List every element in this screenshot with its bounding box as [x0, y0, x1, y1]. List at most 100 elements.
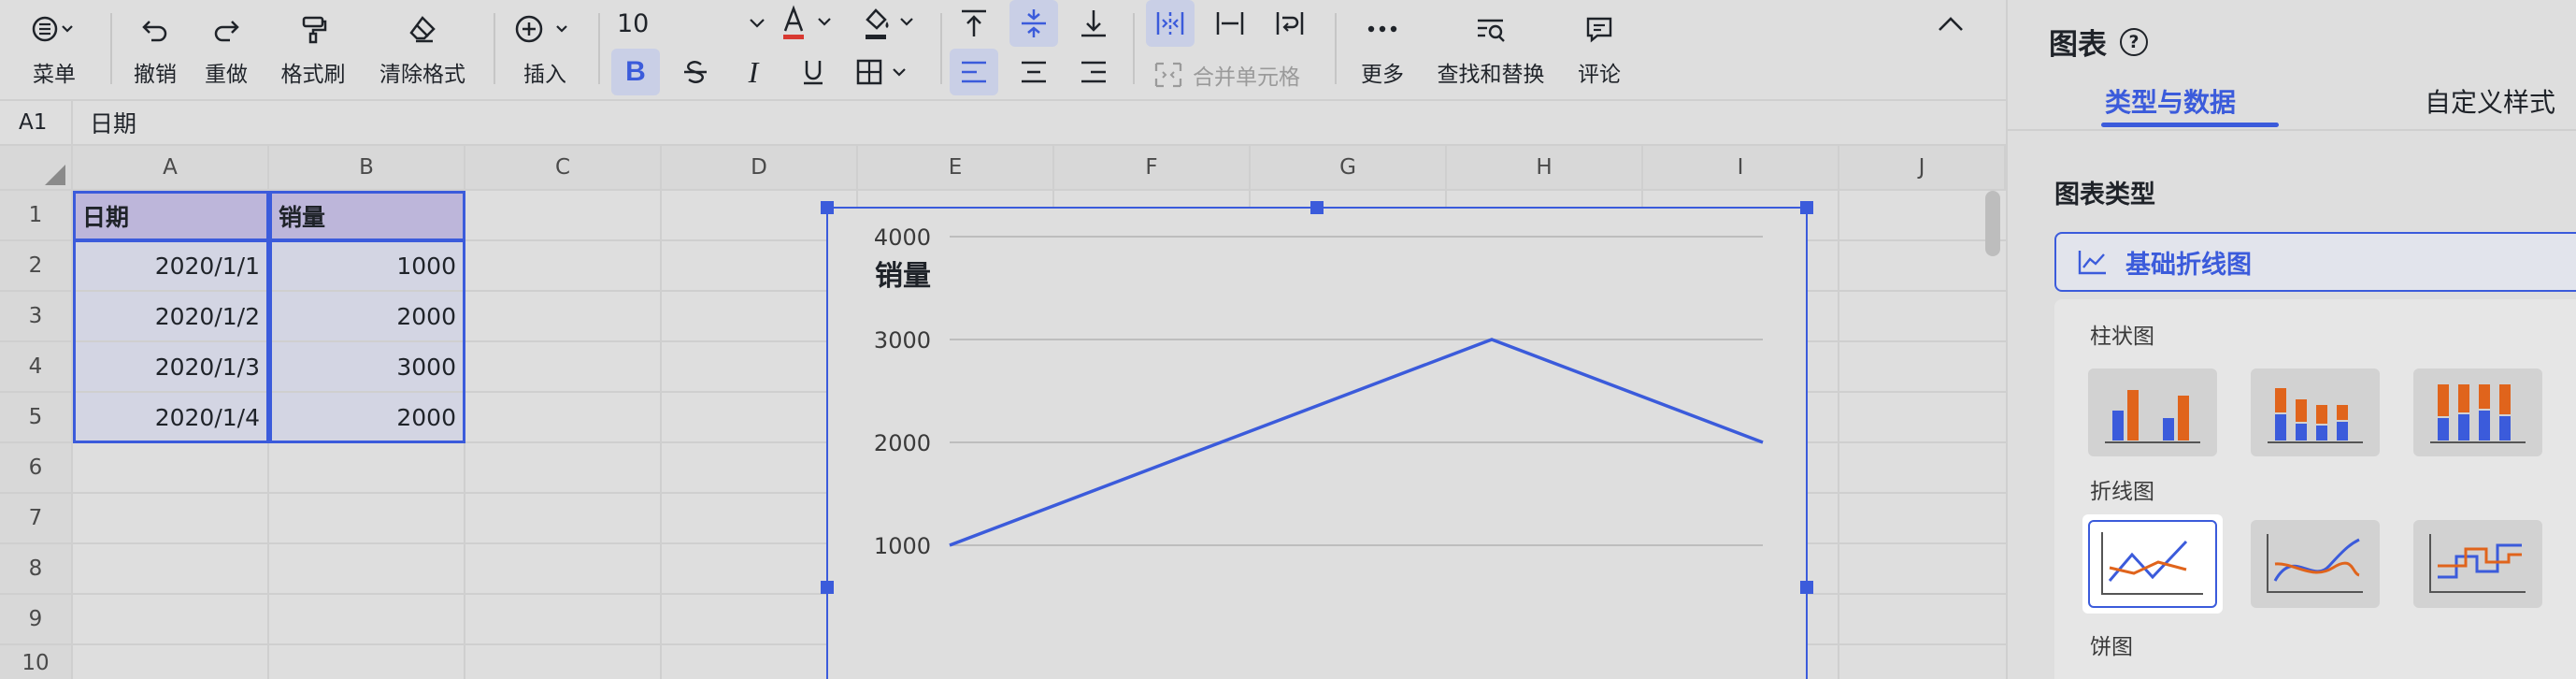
select-all-corner[interactable] — [0, 146, 73, 191]
underline-button[interactable] — [789, 49, 837, 95]
format-painter-label: 格式刷 — [280, 63, 346, 87]
select-all-icon — [45, 165, 65, 185]
cell-reference[interactable]: A1 — [0, 101, 73, 144]
line-chart-icon — [2078, 251, 2106, 275]
panel-divider — [2008, 129, 2576, 131]
align-left-button[interactable] — [950, 49, 998, 95]
chart-thumb-clustered-bar[interactable] — [2088, 368, 2217, 456]
find-replace-button[interactable]: 查找和替换 — [1434, 9, 1548, 94]
redo-button[interactable]: 重做 — [200, 9, 252, 94]
menu-button[interactable]: 菜单 — [21, 9, 88, 94]
chart-thumb-stacked-bar[interactable] — [2251, 368, 2380, 456]
selection-range-b — [269, 239, 465, 443]
align-center-button[interactable] — [1009, 49, 1058, 95]
chart-thumb-smooth-line[interactable] — [2251, 520, 2380, 608]
tab-type-and-data[interactable]: 类型与数据 — [2105, 82, 2236, 120]
tab-custom-style[interactable]: 自定义样式 — [2425, 82, 2555, 120]
clear-format-label: 清除格式 — [379, 63, 465, 87]
y-tick-label: 2000 — [874, 430, 931, 456]
strikethrough-button[interactable] — [671, 49, 720, 95]
more-button[interactable]: 更多 — [1357, 9, 1408, 94]
align-middle-icon — [1022, 9, 1046, 37]
chart-thumb-basic-line[interactable] — [2082, 514, 2223, 614]
fill-color-button[interactable] — [858, 0, 923, 47]
resize-handle[interactable] — [821, 581, 834, 594]
column-header-b[interactable]: B — [269, 146, 465, 191]
resize-handle[interactable] — [1800, 581, 1813, 594]
grid-line — [660, 191, 662, 679]
selection-header-a — [73, 191, 269, 241]
column-header-a[interactable]: A — [73, 146, 269, 191]
help-icon[interactable]: ? — [2120, 27, 2148, 56]
freeze-button[interactable] — [1146, 0, 1195, 47]
align-bottom-button[interactable] — [1069, 0, 1118, 47]
borders-button[interactable] — [852, 49, 918, 95]
font-size-value: 10 — [617, 8, 650, 38]
row-header-5[interactable]: 5 — [0, 393, 73, 443]
chart-settings-panel: 图表 ? 类型与数据 自定义样式 图表类型 基础折线图 柱状图 折线图 饼图 — [2006, 0, 2576, 679]
menu-label: 菜单 — [33, 63, 76, 87]
column-width-button[interactable] — [1206, 0, 1254, 47]
merge-cells-button[interactable]: 合并单元格 — [1153, 56, 1300, 94]
undo-button[interactable]: 撤销 — [129, 9, 181, 94]
find-replace-label: 查找和替换 — [1437, 63, 1545, 87]
chart-thumb-percent-stacked-bar[interactable] — [2413, 368, 2542, 456]
resize-handle[interactable] — [821, 201, 834, 214]
menu-icon — [32, 9, 77, 49]
chevron-down-icon — [750, 19, 765, 28]
line-chart: 销量 4000 3000 2000 1000 — [874, 224, 1764, 559]
column-header-c[interactable]: C — [465, 146, 662, 191]
row-header-2[interactable]: 2 — [0, 241, 73, 292]
align-right-button[interactable] — [1069, 49, 1118, 95]
column-header-f[interactable]: F — [1054, 146, 1251, 191]
row-header-8[interactable]: 8 — [0, 544, 73, 595]
group-label-bar: 柱状图 — [2090, 325, 2154, 349]
row-header-1[interactable]: 1 — [0, 191, 73, 241]
undo-label: 撤销 — [134, 63, 177, 87]
paint-bucket-icon — [866, 8, 913, 39]
vertical-scrollbar[interactable] — [1985, 191, 2000, 256]
column-header-i[interactable]: I — [1643, 146, 1839, 191]
font-color-button[interactable] — [776, 0, 841, 47]
resize-handle[interactable] — [1310, 201, 1324, 214]
column-header-d[interactable]: D — [662, 146, 858, 191]
align-center-icon — [1022, 61, 1046, 83]
resize-handle[interactable] — [1800, 201, 1813, 214]
collapse-toolbar-button[interactable] — [1935, 13, 1967, 39]
row-header-10[interactable]: 10 — [0, 645, 73, 679]
bold-button[interactable]: B — [611, 49, 660, 95]
redo-icon — [211, 9, 241, 49]
chart-object[interactable]: 销量 4000 3000 2000 1000 — [821, 201, 1813, 679]
italic-button[interactable]: I — [729, 49, 778, 95]
align-top-icon — [962, 9, 986, 36]
align-middle-button[interactable] — [1009, 0, 1058, 47]
selection-range-a — [73, 239, 269, 443]
align-top-button[interactable] — [950, 0, 998, 47]
font-color-icon — [783, 5, 831, 39]
comment-button[interactable]: 评论 — [1574, 9, 1624, 94]
font-size-select[interactable]: 10 — [617, 4, 766, 43]
column-header-e[interactable]: E — [858, 146, 1054, 191]
formula-input[interactable]: 日期 — [73, 106, 136, 139]
column-header-g[interactable]: G — [1251, 146, 1447, 191]
row-header-9[interactable]: 9 — [0, 595, 73, 645]
column-header-h[interactable]: H — [1447, 146, 1643, 191]
wrap-text-icon — [1276, 12, 1304, 35]
row-header-6[interactable]: 6 — [0, 443, 73, 494]
chart-thumb-step-line[interactable] — [2413, 520, 2542, 608]
clear-format-button[interactable]: 清除格式 — [374, 9, 471, 94]
find-replace-icon — [1475, 9, 1507, 49]
wrap-text-button[interactable] — [1266, 0, 1314, 47]
row-header-4[interactable]: 4 — [0, 342, 73, 393]
row-header-3[interactable]: 3 — [0, 292, 73, 342]
format-painter-icon — [298, 9, 328, 49]
align-right-icon — [1081, 61, 1106, 83]
row-header-7[interactable]: 7 — [0, 494, 73, 544]
toolbar-divider — [1133, 13, 1135, 84]
y-tick-label: 3000 — [874, 327, 931, 354]
chart-type-select[interactable]: 基础折线图 — [2054, 232, 2576, 292]
insert-button[interactable]: 插入 — [512, 9, 578, 94]
align-bottom-icon — [1081, 10, 1106, 37]
format-painter-button[interactable]: 格式刷 — [277, 9, 350, 94]
column-header-j[interactable]: J — [1839, 146, 2006, 191]
